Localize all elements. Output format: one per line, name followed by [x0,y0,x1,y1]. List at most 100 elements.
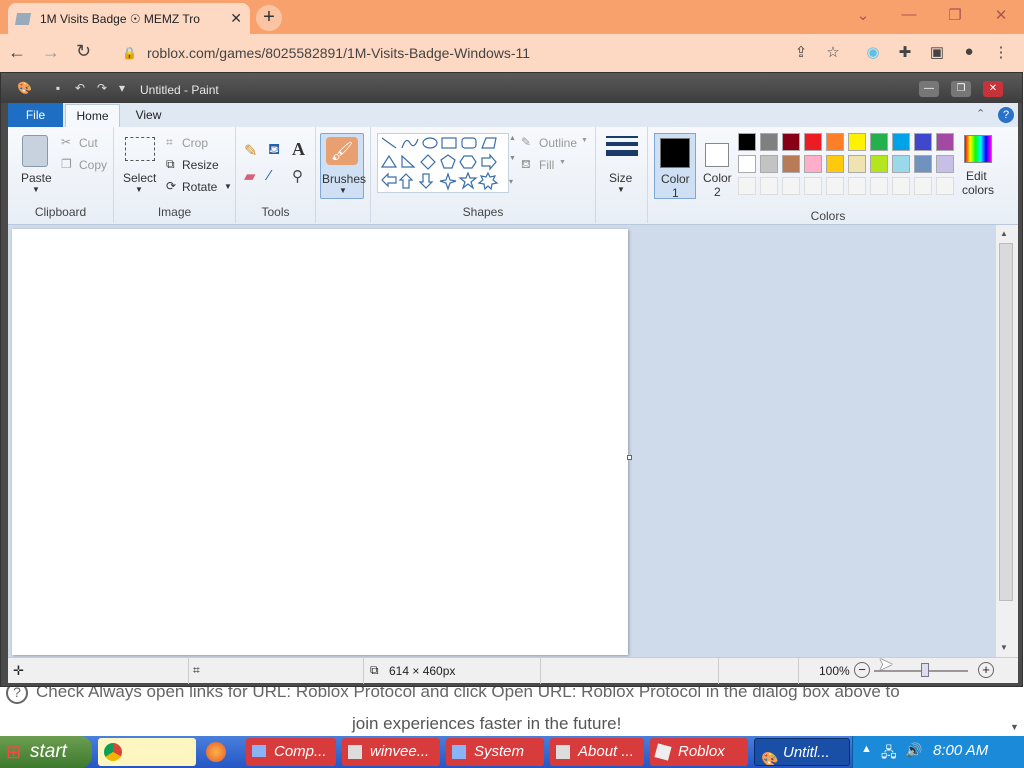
select-button[interactable]: Select [123,171,156,185]
volume-icon[interactable]: 🔊 [905,742,922,759]
eraser-icon[interactable]: ▰ [244,167,256,185]
palette-swatch[interactable] [892,155,910,173]
quick-access-dropdown-icon[interactable]: ▾ [115,81,129,95]
palette-swatch[interactable] [848,133,866,151]
palette-swatch[interactable] [804,155,822,173]
fill-button[interactable]: Fill [539,158,554,172]
zoom-in-button[interactable]: + [978,662,994,678]
palette-swatch[interactable] [936,155,954,173]
tab-home[interactable]: Home [65,104,120,128]
palette-swatch[interactable] [936,133,954,151]
tab-search-icon[interactable]: ⌄ [851,6,875,24]
restore-icon[interactable]: ❐ [943,6,967,24]
outline-button[interactable]: Outline [539,136,577,150]
brushes-button[interactable]: 🖌 Brushes ▼ [320,133,366,199]
shapes-more-icon[interactable]: ▾ [509,177,513,186]
help-button-icon[interactable]: ? [998,107,1014,123]
scroll-up-icon[interactable]: ▲ [1000,229,1008,238]
extension-flag-icon[interactable]: ◉ [862,43,884,61]
palette-swatch[interactable] [782,177,800,195]
paint-app-icon[interactable]: 🎨 [17,81,32,95]
scroll-thumb[interactable] [999,243,1013,601]
fill-dropdown-icon[interactable]: ▼ [559,159,566,166]
taskbar-item-paint[interactable]: 🎨 Untitl... [754,738,850,766]
edit-colors-icon[interactable] [964,135,992,163]
palette-swatch[interactable] [870,133,888,151]
tab-close-icon[interactable]: ✕ [230,10,242,27]
fill-bucket-icon[interactable]: ⛾ [268,141,280,160]
palette-swatch[interactable] [782,133,800,151]
palette-swatch[interactable] [804,133,822,151]
firefox-icon[interactable] [206,742,226,762]
page-scroll-down-icon[interactable]: ▼ [1010,722,1019,732]
shapes-gallery[interactable] [377,133,509,193]
magnifier-icon[interactable]: ⚲ [292,167,303,185]
resize-button[interactable]: Resize [182,158,219,172]
tab-file[interactable]: File [8,103,63,127]
profile-icon[interactable]: ● [958,43,980,60]
forward-icon[interactable]: → [42,42,60,63]
close-icon[interactable]: ✕ [989,6,1013,24]
palette-swatch[interactable] [914,177,932,195]
rotate-button[interactable]: Rotate [182,180,217,194]
paste-icon[interactable] [22,135,48,167]
palette-swatch[interactable] [848,155,866,173]
palette-swatch[interactable] [804,177,822,195]
side-panel-icon[interactable]: ▣ [926,43,948,61]
tray-expand-icon[interactable]: ▲ [861,743,872,755]
edit-colors-label-1[interactable]: Edit [966,169,987,183]
palette-swatch[interactable] [870,155,888,173]
palette-swatch[interactable] [892,133,910,151]
paint-minimize-button[interactable]: — [919,81,939,97]
palette-swatch[interactable] [914,155,932,173]
browser-tab[interactable]: 1M Visits Badge ☉ MEMZ Tro ✕ [8,3,250,34]
menu-kebab-icon[interactable]: ⋮ [990,43,1012,61]
extensions-puzzle-icon[interactable]: ✚ [894,43,916,61]
network-icon[interactable]: 🖧 [881,742,897,766]
canvas-resize-handle[interactable] [627,455,632,460]
paste-dropdown-icon[interactable]: ▼ [32,185,40,194]
taskbar-item-computer[interactable]: Comp... [246,738,336,766]
pencil-icon[interactable]: ✎ [244,141,257,161]
paint-maximize-button[interactable]: ❐ [951,81,971,97]
save-icon[interactable]: ▪ [51,81,65,95]
new-tab-button[interactable]: + [256,5,282,31]
taskbar-item-system[interactable]: System [446,738,544,766]
palette-swatch[interactable] [826,133,844,151]
vertical-scrollbar[interactable]: ▲ ▼ [996,225,1018,657]
crop-button[interactable]: Crop [182,136,208,150]
redo-icon[interactable]: ↷ [95,81,109,95]
palette-swatch[interactable] [760,177,778,195]
size-dropdown-icon[interactable]: ▼ [617,185,625,194]
minimize-icon[interactable]: — [897,6,921,23]
palette-swatch[interactable] [760,155,778,173]
shapes-scroll-down-icon[interactable]: ▼ [509,155,516,162]
palette-swatch[interactable] [738,133,756,151]
undo-icon[interactable]: ↶ [73,81,87,95]
text-tool-icon[interactable]: A [292,139,305,160]
taskbar-item-winveer[interactable]: winvee... [342,738,440,766]
palette-swatch[interactable] [782,155,800,173]
palette-swatch[interactable] [892,177,910,195]
share-icon[interactable]: ⇪ [790,43,812,61]
palette-swatch[interactable] [870,177,888,195]
url-bar[interactable]: 🔒 roblox.com/games/8025582891/1M-Visits-… [112,38,790,68]
palette-swatch[interactable] [826,155,844,173]
clock[interactable]: 8:00 AM [933,742,988,759]
copy-button[interactable]: Copy [79,158,107,172]
outline-dropdown-icon[interactable]: ▼ [581,137,588,144]
lock-icon[interactable]: 🔒 [122,46,137,60]
taskbar-item-roblox[interactable]: Roblox [650,738,748,766]
drawing-canvas[interactable] [12,229,628,655]
palette-swatch[interactable] [738,177,756,195]
zoom-slider-thumb[interactable] [921,663,929,677]
bookmark-star-icon[interactable]: ☆ [822,43,844,61]
color1-button[interactable]: Color 1 [654,133,696,200]
color-picker-icon[interactable]: ⁄ [268,167,271,184]
paste-button[interactable]: Paste [21,171,52,185]
taskbar-item-about[interactable]: About ... [550,738,644,766]
quicklaunch-chrome[interactable] [98,738,196,766]
ribbon-collapse-icon[interactable]: ⌃ [976,107,985,120]
palette-swatch[interactable] [936,177,954,195]
palette-swatch[interactable] [848,177,866,195]
